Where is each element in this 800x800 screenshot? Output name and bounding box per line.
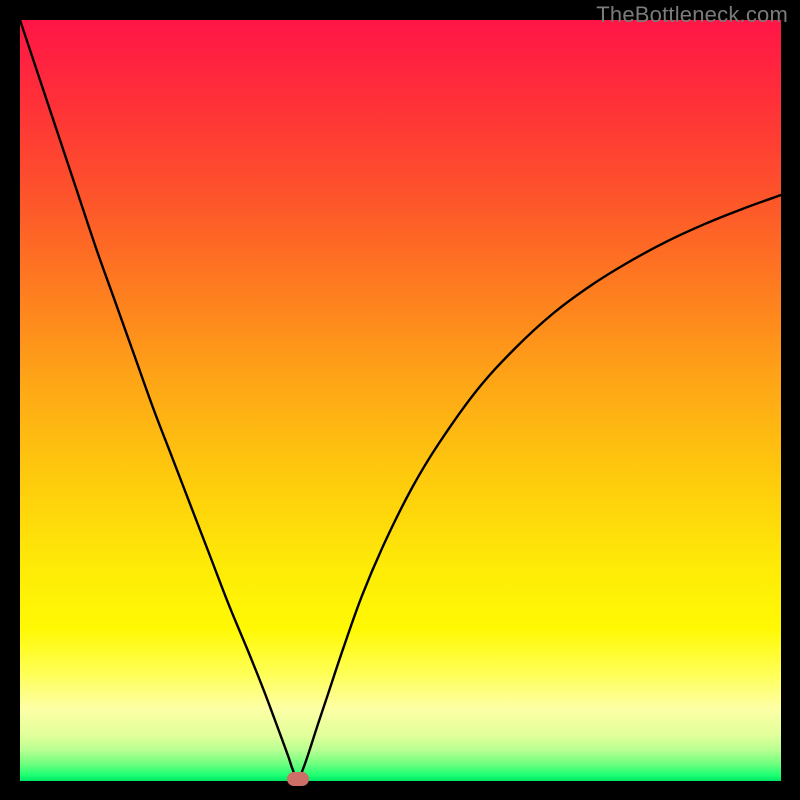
- watermark-text: TheBottleneck.com: [596, 2, 788, 28]
- plot-area: [20, 20, 781, 781]
- chart-frame: TheBottleneck.com: [0, 0, 800, 800]
- optimum-marker: [287, 772, 309, 786]
- bottleneck-chart: [20, 20, 781, 781]
- gradient-background: [20, 20, 781, 781]
